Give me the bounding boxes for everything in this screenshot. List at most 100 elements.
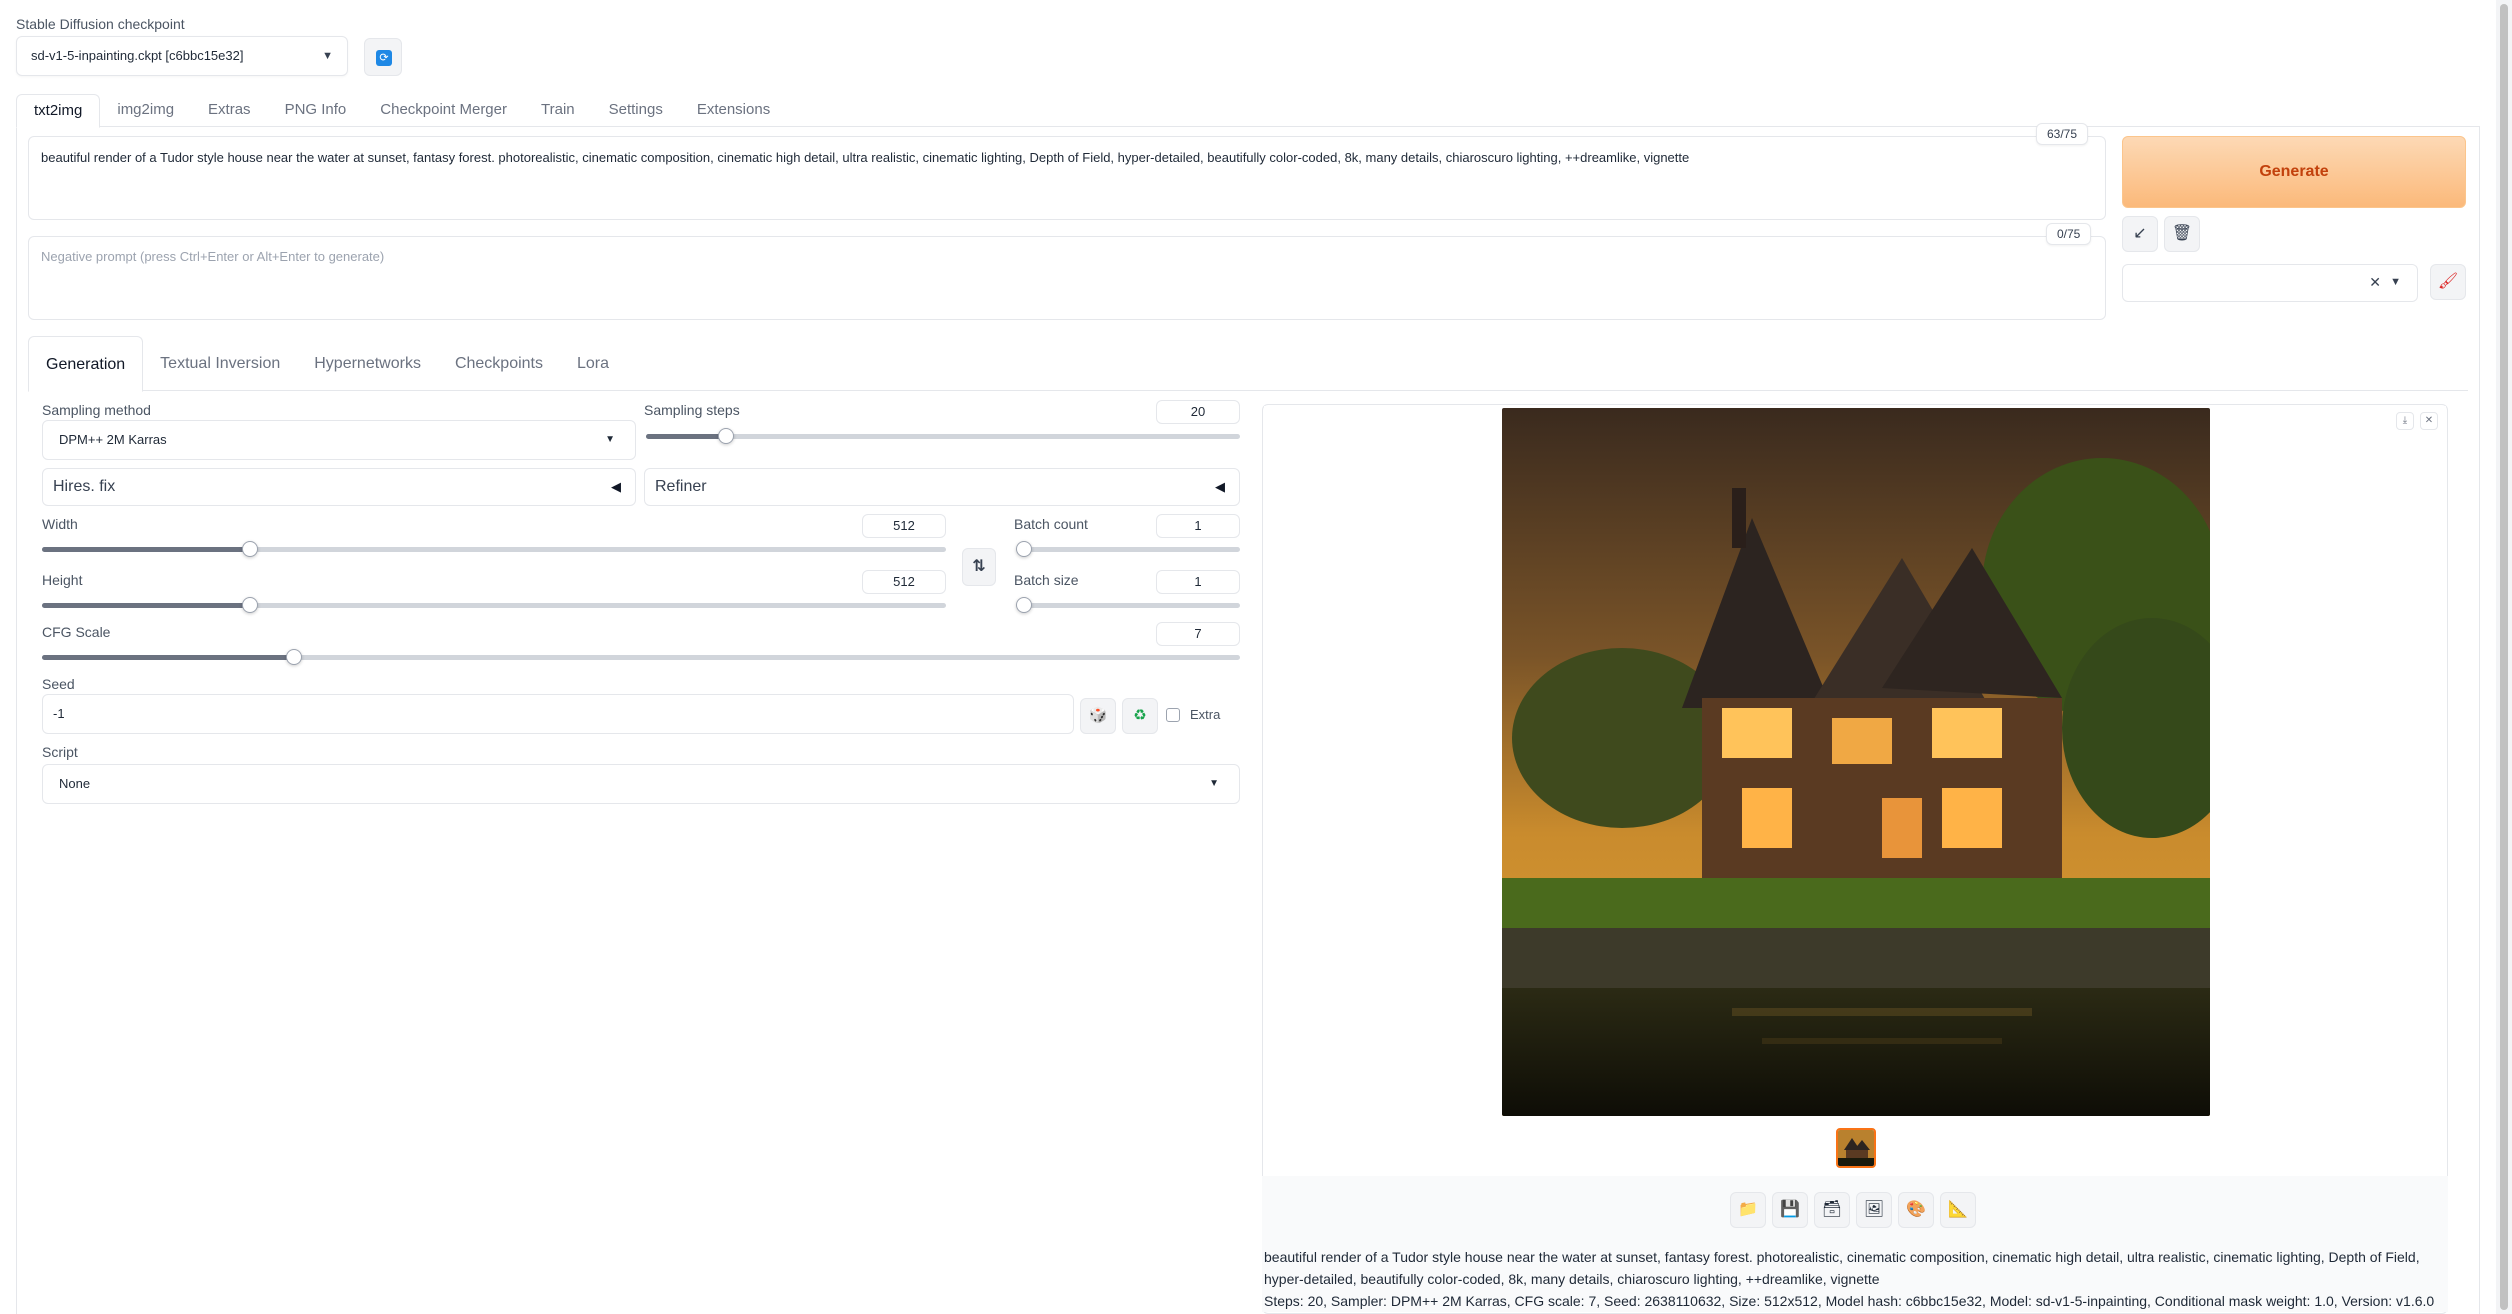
tab-generation[interactable]: Generation (28, 336, 144, 392)
trash-icon: 🗑 (2171, 225, 2193, 242)
extra-seed-checkbox[interactable] (1166, 708, 1180, 722)
negative-prompt-input[interactable]: Negative prompt (press Ctrl+Enter or Alt… (28, 236, 2106, 320)
tab-extras[interactable]: Extras (191, 94, 268, 128)
height-slider[interactable] (42, 597, 946, 613)
batch-size-slider[interactable] (1016, 597, 1240, 613)
batch-count-slider[interactable] (1016, 541, 1240, 557)
generation-info: beautiful render of a Tudor style house … (1264, 1246, 2444, 1312)
seed-label: Seed (42, 676, 75, 692)
tudor-house-image (1502, 408, 2210, 1116)
batch-count-label: Batch count (1014, 516, 1088, 532)
close-icon: ✕ (2424, 415, 2434, 426)
download-image-button[interactable]: ⤓ (2396, 412, 2414, 430)
refresh-checkpoint-button[interactable]: ⟳ (364, 38, 402, 76)
cfg-scale-label: CFG Scale (42, 624, 111, 640)
seed-input[interactable]: -1 (42, 694, 1074, 734)
image-thumbnail[interactable] (1836, 1128, 1876, 1168)
send-to-inpaint-button[interactable]: 🎨 (1898, 1192, 1934, 1228)
slider-thumb[interactable] (1016, 541, 1032, 557)
tab-txt2img[interactable]: txt2img (16, 94, 101, 128)
read-params-button[interactable]: ↙ (2122, 216, 2158, 252)
slider-fill (42, 547, 250, 552)
sampling-steps-input[interactable]: 20 (1156, 400, 1240, 424)
scrollbar-thumb[interactable] (2500, 4, 2508, 1310)
image-icon: 🖼 (1863, 1201, 1885, 1218)
prompt-input[interactable]: beautiful render of a Tudor style house … (28, 136, 2106, 220)
sampling-steps-slider[interactable] (646, 428, 1240, 444)
refresh-icon: ⟳ (376, 50, 392, 66)
chevron-down-icon: ▼ (2390, 276, 2401, 288)
arrow-icon: ↙ (2133, 225, 2147, 242)
slider-thumb[interactable] (285, 649, 302, 665)
info-params: Steps: 20, Sampler: DPM++ 2M Karras, CFG… (1264, 1293, 2435, 1309)
folder-icon: 📁 (1738, 1201, 1758, 1218)
main-tabs: txt2img img2img Extras PNG Info Checkpoi… (16, 94, 787, 128)
batch-count-input[interactable]: 1 (1156, 514, 1240, 538)
script-select[interactable]: None ▼ (42, 764, 1240, 804)
palette-icon: 🎨 (1906, 1201, 1926, 1218)
dice-icon: 🎲 (1088, 707, 1108, 724)
tab-extensions[interactable]: Extensions (680, 94, 787, 128)
batch-size-label: Batch size (1014, 572, 1079, 588)
tab-train[interactable]: Train (524, 94, 592, 128)
page-scrollbar[interactable] (2496, 0, 2512, 1314)
checkpoint-select[interactable]: sd-v1-5-inpainting.ckpt [c6bbc15e32] ▼ (16, 36, 348, 76)
slider-thumb[interactable] (241, 541, 258, 557)
sampling-steps-label: Sampling steps (644, 402, 740, 418)
tab-img2img[interactable]: img2img (100, 94, 191, 128)
download-icon: ⤓ (2402, 415, 2408, 426)
refiner-accordion[interactable]: Refiner ◀ (644, 468, 1240, 506)
cfg-scale-slider[interactable] (42, 649, 1240, 665)
send-to-extras-button[interactable]: 📐 (1940, 1192, 1976, 1228)
slider-fill (646, 434, 727, 439)
reuse-seed-button[interactable]: ♻ (1122, 698, 1158, 734)
brush-icon: 🖌 (2437, 273, 2459, 290)
slider-thumb[interactable] (1016, 597, 1032, 613)
chevron-down-icon: ▼ (605, 434, 615, 445)
batch-size-input[interactable]: 1 (1156, 570, 1240, 594)
open-folder-button[interactable]: 📁 (1730, 1192, 1766, 1228)
height-label: Height (42, 572, 83, 588)
sampling-method-select[interactable]: DPM++ 2M Karras ▼ (42, 420, 636, 460)
generate-button[interactable]: Generate (2122, 136, 2466, 208)
hires-fix-label: Hires. fix (53, 478, 116, 495)
sampling-method-value: DPM++ 2M Karras (59, 432, 167, 447)
tab-checkpoint-merger[interactable]: Checkpoint Merger (363, 94, 524, 128)
zip-icon: 🗃 (1821, 1201, 1843, 1218)
sampling-method-label: Sampling method (42, 402, 151, 418)
generated-image[interactable] (1502, 408, 2210, 1116)
negative-token-count: 0/75 (2046, 223, 2092, 245)
slider-thumb[interactable] (241, 597, 258, 613)
tab-png-info[interactable]: PNG Info (268, 94, 364, 128)
hires-fix-accordion[interactable]: Hires. fix ◀ (42, 468, 636, 506)
recycle-icon: ♻ (1133, 707, 1147, 724)
chevron-down-icon: ▼ (322, 50, 333, 62)
tab-settings[interactable]: Settings (592, 94, 680, 128)
width-slider[interactable] (42, 541, 946, 557)
tab-textual-inversion[interactable]: Textual Inversion (143, 336, 297, 392)
close-image-button[interactable]: ✕ (2420, 412, 2438, 430)
zip-button[interactable]: 🗃 (1814, 1192, 1850, 1228)
script-value: None (59, 776, 91, 791)
height-input[interactable]: 512 (862, 570, 946, 594)
script-label: Script (42, 744, 78, 760)
tab-lora[interactable]: Lora (560, 336, 626, 392)
checkpoint-label: Stable Diffusion checkpoint (16, 16, 185, 32)
slider-fill (42, 603, 250, 608)
cfg-scale-input[interactable]: 7 (1156, 622, 1240, 646)
random-seed-button[interactable]: 🎲 (1080, 698, 1116, 734)
edit-styles-button[interactable]: 🖌 (2430, 264, 2466, 300)
save-icon: 💾 (1780, 1201, 1800, 1218)
info-prompt: beautiful render of a Tudor style house … (1264, 1249, 2420, 1287)
collapse-arrow-icon: ◀ (1215, 479, 1225, 494)
clear-prompt-button[interactable]: 🗑 (2164, 216, 2200, 252)
refiner-label: Refiner (655, 478, 707, 495)
send-to-img2img-button[interactable]: 🖼 (1856, 1192, 1892, 1228)
width-input[interactable]: 512 (862, 514, 946, 538)
swap-dimensions-button[interactable]: ⇅ (962, 548, 996, 586)
tab-checkpoints[interactable]: Checkpoints (438, 336, 560, 392)
tab-hypernetworks[interactable]: Hypernetworks (297, 336, 438, 392)
save-button[interactable]: 💾 (1772, 1192, 1808, 1228)
clear-icon[interactable]: ✕ (2369, 274, 2381, 291)
styles-select[interactable]: ✕ ▼ (2122, 264, 2418, 302)
